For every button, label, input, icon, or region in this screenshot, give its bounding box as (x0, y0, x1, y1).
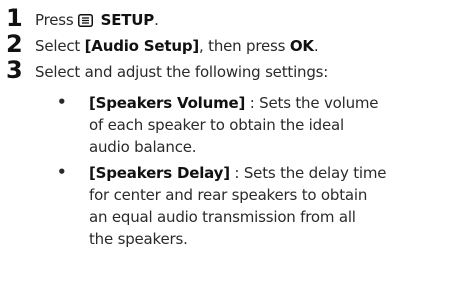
menu-setup-icon (78, 12, 94, 32)
step-number: 3 (6, 56, 23, 84)
step-text: Press SETUP. (35, 10, 159, 32)
bullet-line: the speakers. (89, 230, 188, 248)
ok-key-label: OK (289, 37, 314, 55)
bullet-text: [Speakers Delay] : Sets the delay time f… (89, 162, 461, 250)
bullet-line: an equal audio transmission from all (89, 208, 356, 226)
speakers-volume-term: [Speakers Volume] (89, 94, 246, 112)
speakers-delay-term: [Speakers Delay] (89, 164, 230, 182)
bullet-line: [Speakers Delay] : Sets the delay time (89, 162, 461, 184)
bullet-line: for center and rear speakers to obtain (89, 186, 368, 204)
bullet-text: [Speakers Volume] : Sets the volume of e… (89, 92, 461, 158)
bullet-marker: • (57, 93, 67, 111)
setup-key-label: SETUP (100, 11, 155, 29)
step-text: Select and adjust the following settings… (35, 63, 329, 81)
bullet-line: [Speakers Volume] : Sets the volume (89, 92, 461, 114)
bullet-line-text: : Sets the delay time (229, 164, 387, 182)
step-number: 2 (6, 30, 23, 58)
step-text: Select [Audio Setup], then press OK. (35, 36, 319, 56)
step-number: 1 (6, 4, 23, 32)
step-suffix: . (313, 37, 319, 55)
step-prefix: Press (35, 11, 79, 29)
step-suffix: . (154, 11, 159, 29)
bullet-line: audio balance. (89, 138, 197, 156)
bullet-marker: • (57, 163, 67, 181)
bullet-line-text: : Sets the volume (245, 94, 379, 112)
audio-setup-option: [Audio Setup] (84, 37, 200, 55)
step-prefix: Select (35, 37, 85, 55)
bullet-line: of each speaker to obtain the ideal (89, 116, 344, 134)
step-middle: , then press (199, 37, 290, 55)
